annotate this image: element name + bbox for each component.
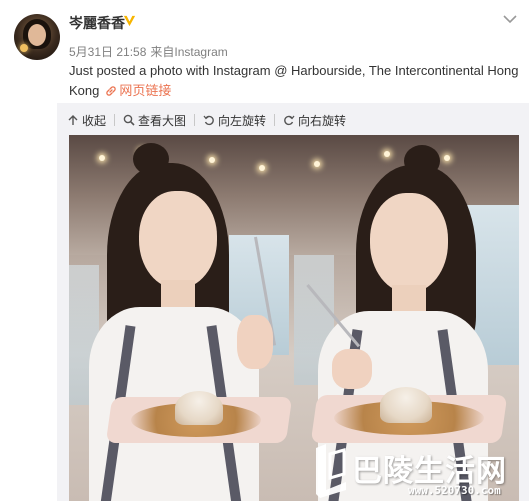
link-icon: [106, 86, 117, 96]
toolbar-divider: [114, 114, 116, 126]
source-prefix: 来自: [150, 45, 175, 59]
rotate-right-button[interactable]: 向右旋转: [283, 112, 346, 129]
view-large-button[interactable]: 查看大图: [123, 112, 186, 129]
rotate-right-icon: [284, 115, 295, 126]
media-toolbar: 收起 查看大图 向左旋转 向右旋转: [67, 110, 354, 130]
username[interactable]: 岑麗香香: [69, 13, 125, 33]
arrow-up-icon: [68, 115, 78, 125]
verified-badge-icon: [123, 15, 136, 27]
view-large-label: 查看大图: [138, 113, 187, 128]
site-watermark: 巴陵生活网 www.520730.com: [304, 438, 529, 501]
weibo-post: 岑麗香香 5月31日 21:58 来自Instagram Just posted …: [0, 0, 529, 501]
post-date[interactable]: 5月31日 21:58: [69, 45, 146, 59]
rotate-right-label: 向右旋转: [298, 113, 347, 128]
web-link-label: 网页链接: [119, 83, 172, 98]
collapse-label: 收起: [82, 113, 107, 128]
photo-left-half: [69, 135, 294, 501]
chevron-down-icon[interactable]: [503, 14, 517, 24]
post-text: Just posted a photo with Instagram @ Har…: [69, 61, 519, 101]
watermark-url: www.520730.com: [408, 484, 501, 497]
toolbar-divider: [194, 114, 196, 126]
rotate-left-label: 向左旋转: [218, 113, 267, 128]
magnifier-icon: [123, 114, 135, 126]
avatar[interactable]: [14, 14, 60, 60]
toolbar-divider: [274, 114, 276, 126]
rotate-left-button[interactable]: 向左旋转: [203, 112, 266, 129]
collapse-button[interactable]: 收起: [67, 112, 106, 129]
site-logo-icon: [316, 444, 346, 498]
post-meta: 5月31日 21:58 来自Instagram: [69, 43, 232, 60]
post-source[interactable]: Instagram: [174, 45, 227, 59]
rotate-left-icon: [203, 115, 214, 126]
web-link[interactable]: 网页链接: [105, 83, 171, 98]
